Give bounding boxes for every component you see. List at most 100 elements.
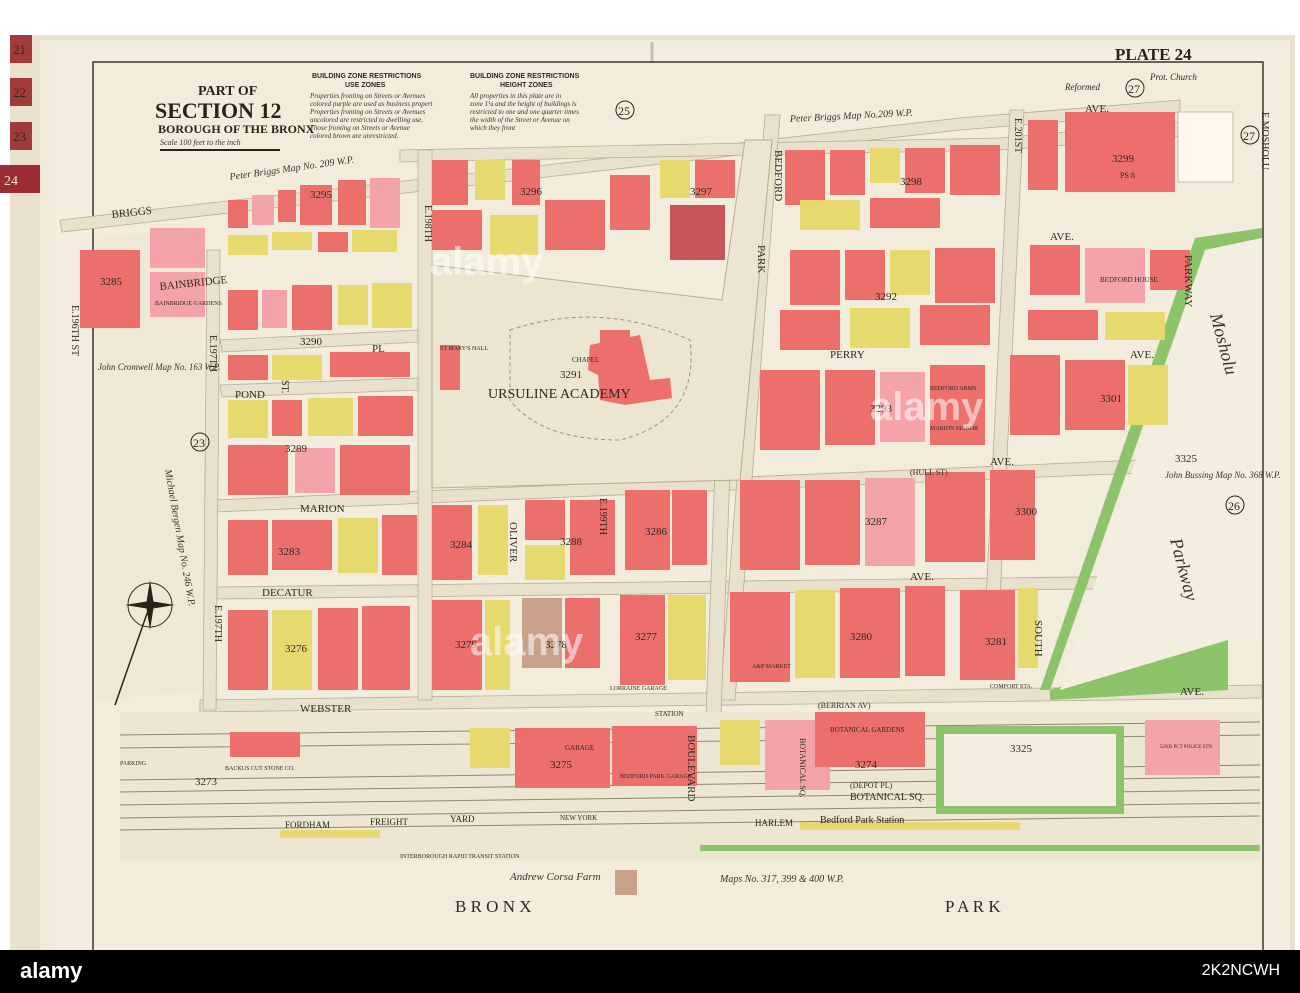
street-ave: AVE. [1050, 231, 1074, 243]
plate-ref-26: 26 [1228, 499, 1240, 513]
place-comfort: COMFORT STA. [990, 684, 1033, 690]
plate-ref-27b: 27 [1243, 129, 1255, 143]
legend-height-line: the width of the Street or Avenue on [470, 116, 570, 124]
map-ref-corsa: Andrew Corsa Farm [509, 871, 601, 883]
block-3276: 3276 [285, 643, 308, 655]
plate-ref-23: 23 [193, 436, 205, 450]
legend-height-line: which they front [470, 124, 516, 132]
tab-21-label: 21 [13, 42, 26, 57]
street-mosholu: E.MOSHOLU [1259, 112, 1270, 171]
block-3281: 3281 [985, 636, 1007, 648]
label-bronx: B R O N X [455, 897, 532, 916]
street-marion: MARION [300, 503, 345, 515]
block-3325: 3325 [1175, 453, 1198, 465]
place-botanical-gardens: BOTANICAL GARDENS [830, 726, 905, 734]
green-strip [700, 845, 1260, 851]
tab-22-label: 22 [13, 85, 26, 100]
street-oliver: OLIVER [507, 522, 519, 563]
block-3284: 3284 [450, 539, 473, 551]
plate-ref-27: 27 [1128, 82, 1140, 96]
street-perry: PERRY [830, 349, 865, 361]
block-3287: 3287 [865, 516, 888, 528]
watermark: alamy [870, 385, 984, 429]
place-station: STATION [655, 710, 684, 718]
legend-use-line: colored brown are unrestricted. [310, 132, 399, 140]
legend-height-heading2: HEIGHT ZONES [500, 82, 553, 89]
legend-use-heading2: USE ZONES [345, 82, 386, 89]
block-3301: 3301 [1100, 393, 1122, 405]
street-e197b: E.197TH [212, 605, 223, 642]
place-reformed: Reformed [1064, 82, 1100, 92]
place-yard: YARD [450, 814, 475, 824]
legend-use-heading1: BUILDING ZONE RESTRICTIONS [312, 73, 422, 80]
street-ave: AVE. [990, 456, 1014, 468]
street-ave: AVE. [1180, 686, 1204, 698]
block-3291: 3291 [560, 369, 582, 381]
block-3288: 3288 [560, 536, 583, 548]
watermark: alamy [430, 240, 544, 284]
stock-logo: alamy [20, 958, 83, 983]
block-3274: 3274 [855, 759, 878, 771]
atlas-map: 21 22 23 24 PART OF SECTION 12 BOROUGH O… [0, 0, 1300, 993]
block-3325b: 3325 [1010, 743, 1033, 755]
place-chapel: CHAPEL [572, 356, 599, 364]
legend-height-line: restricted to one and one quarter times [470, 108, 579, 116]
title-scale: Scale 100 feet to the inch [160, 138, 241, 147]
map-ref-bussing: John Bussing Map No. 368 W.P. [1165, 470, 1281, 480]
place-prot-church: Prot. Church [1149, 72, 1197, 82]
block-3296: 3296 [520, 186, 543, 198]
botanical-green [936, 726, 1124, 814]
map-ref-maps-no: Maps No. 317, 399 & 400 W.P. [719, 874, 844, 885]
block-3290: 3290 [300, 336, 323, 348]
street-boulevard: BOULEVARD [685, 735, 697, 801]
legend-use-line: Properties fronting on Streets or Avenue… [309, 108, 425, 116]
block-3298: 3298 [900, 176, 923, 188]
bronx-park-strip [120, 860, 1260, 960]
title-section: SECTION 12 [155, 98, 282, 123]
street-e198: E.198TH [422, 205, 433, 242]
legend-height-line: zone 1¼ and the height of buildings is [469, 100, 577, 108]
block-3299: 3299 [1112, 153, 1135, 165]
street-ave: AVE. [1085, 103, 1109, 115]
place-st-marys-hall: ST MARY'S HALL [440, 346, 488, 352]
block-3289: 3289 [285, 443, 308, 455]
watermark: alamy [470, 620, 584, 664]
stock-id: 2K2NCWH [1201, 962, 1280, 979]
street-berrian: (BERRIAN AV) [818, 701, 871, 710]
street-parkway: PARKWAY [1182, 255, 1194, 307]
street-e196: E.196TH ST [69, 305, 80, 356]
place-bedford-house: BEDFORD HOUSE [1100, 276, 1158, 284]
street-webster: WEBSTER [300, 703, 352, 715]
place-police: 52ND PCT POLICE STN [1160, 745, 1212, 750]
legend-use-line: colored purple are used as business prop… [310, 100, 434, 108]
place-harlem: HARLEM [755, 818, 793, 828]
label-park: P A R K [945, 897, 1001, 916]
map-plate: 21 22 23 24 PART OF SECTION 12 BOROUGH O… [0, 0, 1300, 993]
block-3283: 3283 [278, 546, 301, 558]
street-botanical-sq-vert: BOTANICAL SQ. [798, 738, 807, 798]
place-freight: FREIGHT [370, 817, 409, 827]
street-botanical-sq: BOTANICAL SQ. [850, 792, 924, 803]
block-3295: 3295 [310, 189, 333, 201]
place-new-york: NEW YORK [560, 814, 597, 822]
block-3286: 3286 [645, 526, 668, 538]
title-borough: BOROUGH OF THE BRONX [158, 122, 315, 136]
street-south: SOUTH [1032, 620, 1044, 657]
legend-height-heading1: BUILDING ZONE RESTRICTIONS [470, 73, 580, 80]
legend-use-line: Those fronting on Streets or Avenue [310, 124, 410, 132]
place-bedford-park-garage: BEDFORD PARK GARAGE [620, 774, 692, 780]
place-garage: GARAGE [565, 744, 594, 752]
street-ave: AVE. [1130, 349, 1154, 361]
street-ave: AVE. [910, 571, 934, 583]
place-backus: BACKUS CUT STONE CO. [225, 766, 295, 772]
block-3280: 3280 [850, 631, 873, 643]
block-3273: 3273 [195, 776, 218, 788]
tab-24-label: 24 [4, 174, 18, 189]
block-3275: 3275 [550, 759, 573, 771]
plate-number: PLATE 24 [1115, 45, 1192, 64]
legend-use-line: Properties fronting on Streets or Avenue… [309, 92, 425, 100]
street-st: ST. [279, 380, 290, 393]
place-bedford-park-station: Bedford Park Station [820, 815, 904, 826]
legend-height-line: All properties in this plate are in [469, 92, 562, 100]
street-e201: E.201ST [1012, 118, 1023, 153]
